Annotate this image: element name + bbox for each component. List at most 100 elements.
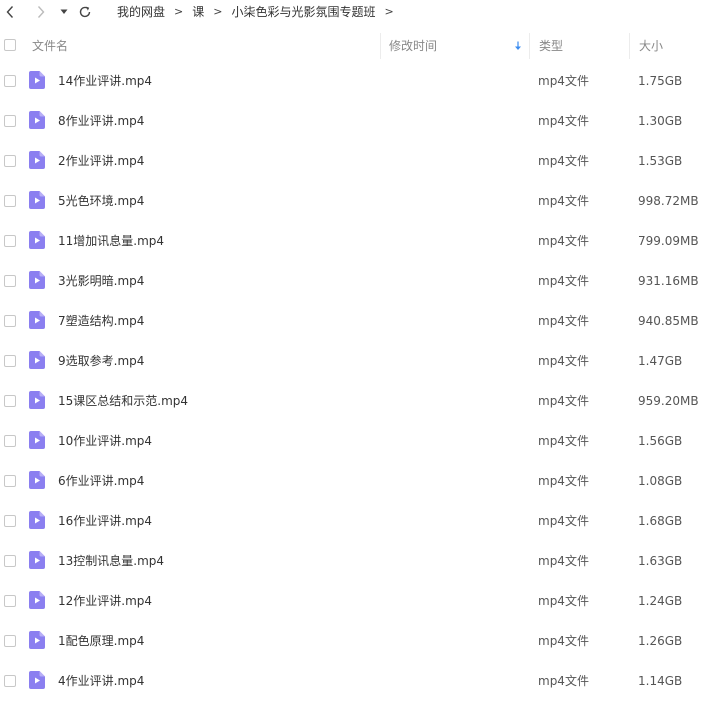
file-row[interactable]: 7塑造结构.mp4 mp4文件 940.85MB xyxy=(0,301,724,341)
breadcrumb-separator: > xyxy=(174,5,184,18)
file-name[interactable]: 9选取参考.mp4 xyxy=(58,341,144,381)
file-name[interactable]: 11增加讯息量.mp4 xyxy=(58,221,164,261)
file-row[interactable]: 1配色原理.mp4 mp4文件 1.26GB xyxy=(0,621,724,661)
file-row[interactable]: 15课区总结和示范.mp4 mp4文件 959.20MB xyxy=(0,381,724,421)
file-name[interactable]: 15课区总结和示范.mp4 xyxy=(58,381,188,421)
file-type: mp4文件 xyxy=(538,274,589,288)
file-type: mp4文件 xyxy=(538,434,589,448)
row-checkbox[interactable] xyxy=(4,475,16,487)
file-type: mp4文件 xyxy=(538,234,589,248)
file-type: mp4文件 xyxy=(538,354,589,368)
file-name[interactable]: 6作业评讲.mp4 xyxy=(58,461,144,501)
file-name[interactable]: 12作业评讲.mp4 xyxy=(58,581,152,621)
file-size: 1.30GB xyxy=(638,114,683,128)
row-checkbox[interactable] xyxy=(4,555,16,567)
refresh-button[interactable] xyxy=(77,2,93,22)
file-size: 1.56GB xyxy=(638,434,683,448)
select-all-checkbox[interactable] xyxy=(4,39,16,51)
file-row[interactable]: 10作业评讲.mp4 mp4文件 1.56GB xyxy=(0,421,724,461)
row-checkbox[interactable] xyxy=(4,235,16,247)
row-checkbox[interactable] xyxy=(4,315,16,327)
video-file-icon xyxy=(29,511,45,529)
file-name[interactable]: 4作业评讲.mp4 xyxy=(58,661,144,701)
file-type: mp4文件 xyxy=(538,634,589,648)
row-checkbox[interactable] xyxy=(4,515,16,527)
column-header-name[interactable]: 文件名 xyxy=(32,33,377,59)
file-name[interactable]: 7塑造结构.mp4 xyxy=(58,301,144,341)
history-dropdown-button[interactable] xyxy=(58,2,70,22)
row-checkbox[interactable] xyxy=(4,155,16,167)
file-size: 1.63GB xyxy=(638,554,683,568)
nav-bar: 我的网盘 > 课 > 小柒色彩与光影氛围专题班 > xyxy=(0,0,724,24)
row-checkbox[interactable] xyxy=(4,195,16,207)
video-file-icon xyxy=(29,271,45,289)
file-size: 959.20MB xyxy=(638,394,699,408)
refresh-icon xyxy=(79,6,91,18)
file-row[interactable]: 2作业评讲.mp4 mp4文件 1.53GB xyxy=(0,141,724,181)
column-header-size[interactable]: 大小 xyxy=(629,33,724,59)
file-name[interactable]: 5光色环境.mp4 xyxy=(58,181,144,221)
breadcrumb-item-root[interactable]: 我的网盘 xyxy=(117,3,165,20)
video-file-icon xyxy=(29,551,45,569)
file-size: 1.14GB xyxy=(638,674,683,688)
breadcrumb-item-current[interactable]: 小柒色彩与光影氛围专题班 xyxy=(231,3,375,20)
file-size: 1.75GB xyxy=(638,74,683,88)
row-checkbox[interactable] xyxy=(4,395,16,407)
file-size: 931.16MB xyxy=(638,274,699,288)
file-size: 998.72MB xyxy=(638,194,699,208)
file-row[interactable]: 14作业评讲.mp4 mp4文件 1.75GB xyxy=(0,61,724,101)
file-name[interactable]: 1配色原理.mp4 xyxy=(58,621,144,661)
back-button[interactable] xyxy=(2,2,18,22)
video-file-icon xyxy=(29,151,45,169)
file-type: mp4文件 xyxy=(538,114,589,128)
caret-down-icon xyxy=(60,9,68,14)
sort-descending-icon xyxy=(515,41,521,50)
file-name[interactable]: 3光影明暗.mp4 xyxy=(58,261,144,301)
file-size: 1.68GB xyxy=(638,514,683,528)
file-row[interactable]: 12作业评讲.mp4 mp4文件 1.24GB xyxy=(0,581,724,621)
file-row[interactable]: 3光影明暗.mp4 mp4文件 931.16MB xyxy=(0,261,724,301)
forward-button[interactable] xyxy=(33,2,49,22)
row-checkbox[interactable] xyxy=(4,75,16,87)
video-file-icon xyxy=(29,191,45,209)
breadcrumb-separator: > xyxy=(384,5,394,18)
row-checkbox[interactable] xyxy=(4,635,16,647)
file-list: 14作业评讲.mp4 mp4文件 1.75GB 8作业评讲.mp4 mp4文件 1.30G… xyxy=(0,61,724,701)
file-name[interactable]: 10作业评讲.mp4 xyxy=(58,421,152,461)
file-row[interactable]: 11增加讯息量.mp4 mp4文件 799.09MB xyxy=(0,221,724,261)
video-file-icon xyxy=(29,671,45,689)
file-row[interactable]: 8作业评讲.mp4 mp4文件 1.30GB xyxy=(0,101,724,141)
file-size: 1.53GB xyxy=(638,154,683,168)
file-name[interactable]: 14作业评讲.mp4 xyxy=(58,61,152,101)
row-checkbox[interactable] xyxy=(4,595,16,607)
file-row[interactable]: 4作业评讲.mp4 mp4文件 1.14GB xyxy=(0,661,724,701)
file-size: 1.24GB xyxy=(638,594,683,608)
file-type: mp4文件 xyxy=(538,74,589,88)
file-row[interactable]: 5光色环境.mp4 mp4文件 998.72MB xyxy=(0,181,724,221)
row-checkbox[interactable] xyxy=(4,355,16,367)
file-name[interactable]: 16作业评讲.mp4 xyxy=(58,501,152,541)
file-name[interactable]: 13控制讯息量.mp4 xyxy=(58,541,164,581)
file-type: mp4文件 xyxy=(538,594,589,608)
chevron-right-icon xyxy=(37,6,45,18)
file-type: mp4文件 xyxy=(538,194,589,208)
row-checkbox[interactable] xyxy=(4,115,16,127)
video-file-icon xyxy=(29,231,45,249)
file-type: mp4文件 xyxy=(538,394,589,408)
file-row[interactable]: 9选取参考.mp4 mp4文件 1.47GB xyxy=(0,341,724,381)
column-header-type[interactable]: 类型 xyxy=(529,33,629,59)
breadcrumb-separator: > xyxy=(213,5,223,18)
file-name[interactable]: 8作业评讲.mp4 xyxy=(58,101,144,141)
file-type: mp4文件 xyxy=(538,474,589,488)
column-header-modified-time[interactable]: 修改时间 xyxy=(380,33,528,59)
row-checkbox[interactable] xyxy=(4,435,16,447)
row-checkbox[interactable] xyxy=(4,275,16,287)
row-checkbox[interactable] xyxy=(4,675,16,687)
chevron-left-icon xyxy=(6,6,14,18)
file-row[interactable]: 6作业评讲.mp4 mp4文件 1.08GB xyxy=(0,461,724,501)
file-row[interactable]: 16作业评讲.mp4 mp4文件 1.68GB xyxy=(0,501,724,541)
file-row[interactable]: 13控制讯息量.mp4 mp4文件 1.63GB xyxy=(0,541,724,581)
file-name[interactable]: 2作业评讲.mp4 xyxy=(58,141,144,181)
file-size: 799.09MB xyxy=(638,234,699,248)
breadcrumb-item-course[interactable]: 课 xyxy=(192,3,204,20)
